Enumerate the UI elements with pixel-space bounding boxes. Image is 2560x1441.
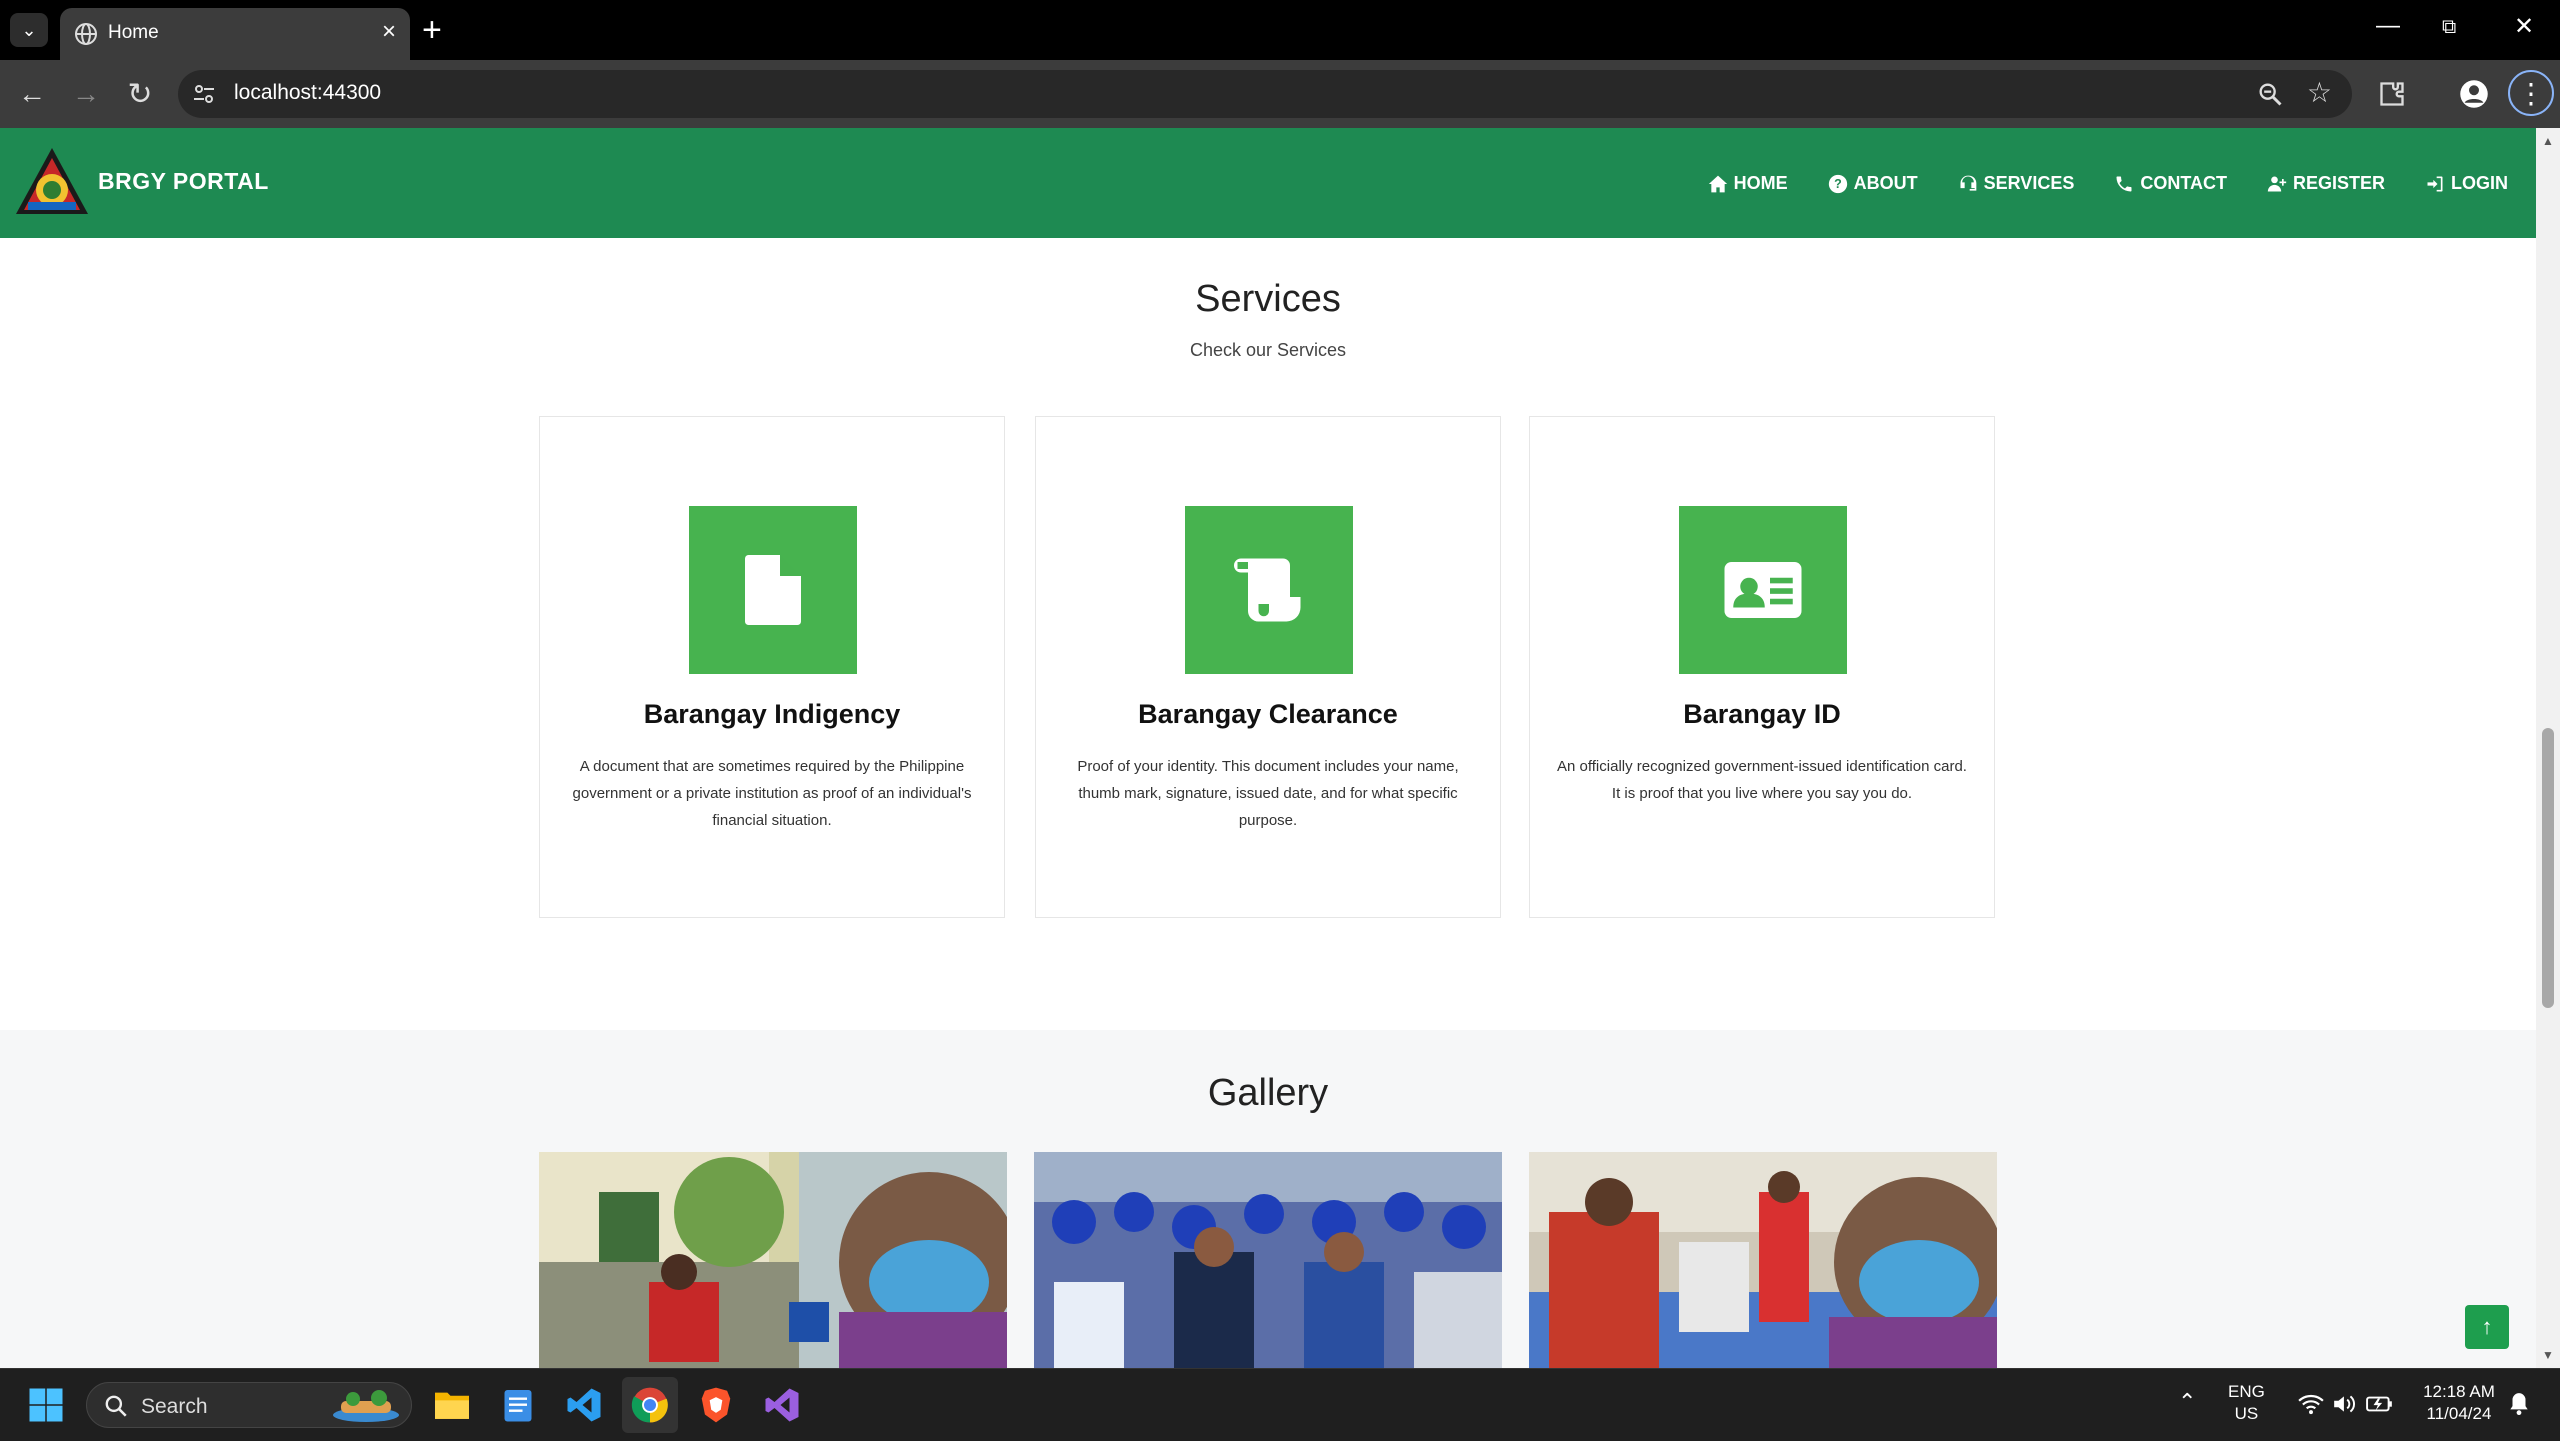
gallery-photo[interactable] — [1034, 1152, 1502, 1368]
service-icon-box — [689, 506, 857, 674]
url-text[interactable]: localhost:44300 — [234, 81, 381, 105]
search-highlight-icon — [333, 1390, 399, 1422]
close-window-icon[interactable]: ✕ — [2514, 12, 2534, 41]
nav-register[interactable]: REGISTER — [2267, 173, 2385, 194]
extensions-icon[interactable] — [2376, 78, 2408, 110]
tab-title: Home — [108, 22, 159, 43]
clock-time: 12:18 AM — [2423, 1382, 2495, 1401]
bookmark-star-icon[interactable]: ☆ — [2307, 76, 2332, 109]
service-icon-box — [1185, 506, 1353, 674]
service-description: Proof of your identity. This document in… — [1077, 758, 1459, 829]
service-description: An officially recognized government-issu… — [1557, 758, 1967, 802]
sign-in-icon — [2427, 176, 2443, 191]
region-code: US — [2234, 1404, 2259, 1423]
service-card-id[interactable]: Barangay ID An officially recognized gov… — [1529, 416, 1995, 918]
gallery-heading: Gallery — [1207, 1072, 1329, 1114]
service-title: Barangay Clearance — [1138, 699, 1398, 729]
main-nav: HOME ? ABOUT SERVICES CONTACT REGISTER L… — [1708, 173, 2508, 194]
service-description: A document that are sometimes required b… — [572, 758, 972, 829]
id-card-icon — [1724, 562, 1802, 618]
service-icon-box — [1679, 506, 1847, 674]
nav-login[interactable]: LOGIN — [2425, 173, 2508, 194]
headset-icon — [1960, 175, 1976, 191]
scroll-up-icon[interactable]: ▲ — [2542, 134, 2554, 148]
nav-contact[interactable]: CONTACT — [2114, 173, 2227, 194]
clock-date: 11/04/24 — [2426, 1404, 2492, 1423]
chrome-icon[interactable] — [630, 1385, 670, 1425]
taskbar-search-label: Search — [141, 1395, 208, 1418]
notepad-icon[interactable] — [498, 1385, 538, 1425]
file-explorer-icon[interactable] — [432, 1385, 472, 1425]
taskbar-search[interactable]: Search — [86, 1382, 412, 1428]
browser-tab-strip: ⌄ Home × + — ⧉ ✕ — [0, 0, 2560, 60]
address-bar[interactable]: localhost:44300 ☆ — [178, 70, 2352, 118]
site-info-icon[interactable] — [192, 82, 216, 106]
back-to-top-button[interactable]: ↑ — [2465, 1305, 2509, 1349]
wifi-icon[interactable] — [2298, 1393, 2324, 1415]
show-hidden-icons[interactable]: ⌃ — [2178, 1391, 2196, 1413]
barangay-logo-icon[interactable] — [14, 146, 90, 216]
nav-home-label: HOME — [1733, 173, 1788, 193]
service-title: Barangay ID — [1683, 699, 1841, 729]
windows-start-icon[interactable] — [26, 1385, 66, 1425]
visual-studio-icon[interactable] — [762, 1385, 802, 1425]
question-circle-icon: ? — [1828, 174, 1847, 193]
user-plus-icon — [2267, 176, 2287, 191]
vscode-icon[interactable] — [564, 1385, 604, 1425]
file-icon — [745, 555, 801, 625]
nav-about-label: ABOUT — [1853, 173, 1918, 193]
site-navbar: BRGY PORTAL HOME ? ABOUT SERVICES CONTAC… — [0, 128, 2536, 238]
globe-icon — [75, 23, 97, 45]
scroll-down-icon[interactable]: ▼ — [2542, 1348, 2554, 1362]
notification-bell-icon[interactable] — [2508, 1391, 2530, 1417]
service-card-clearance[interactable]: Barangay Clearance Proof of your identit… — [1035, 416, 1501, 918]
brand-name[interactable]: BRGY PORTAL — [98, 168, 269, 195]
gallery-photo[interactable] — [539, 1152, 1007, 1368]
browser-toolbar: ← → ↻ localhost:44300 ☆ ⋮ — [0, 60, 2560, 128]
windows-taskbar: Search ⌃ ENG US 12:18 AM 11/04/24 — [0, 1368, 2560, 1441]
forward-icon[interactable]: → — [66, 74, 106, 114]
svg-text:?: ? — [1834, 177, 1842, 191]
phone-icon — [2116, 176, 2132, 191]
language-indicator[interactable]: ENG US — [2228, 1381, 2265, 1425]
restore-icon[interactable]: ⧉ — [2442, 16, 2456, 39]
page-viewport: BRGY PORTAL HOME ? ABOUT SERVICES CONTAC… — [0, 128, 2536, 1368]
nav-login-label: LOGIN — [2451, 173, 2508, 193]
gallery-section: Gallery — [0, 1030, 2536, 1368]
new-tab-button[interactable]: + — [422, 10, 442, 50]
clock[interactable]: 12:18 AM 11/04/24 — [2412, 1381, 2506, 1425]
nav-services[interactable]: SERVICES — [1958, 173, 2075, 194]
browser-tab[interactable]: Home × — [60, 8, 410, 60]
browser-menu-icon[interactable]: ⋮ — [2508, 70, 2554, 116]
services-subheading: Check our Services — [1189, 340, 1347, 360]
service-title: Barangay Indigency — [643, 699, 901, 729]
services-heading: Services — [1195, 278, 1341, 320]
nav-home[interactable]: HOME — [1708, 173, 1788, 194]
page-scrollbar[interactable]: ▲ ▼ — [2536, 128, 2560, 1368]
brave-icon[interactable] — [696, 1385, 736, 1425]
search-icon — [105, 1395, 127, 1417]
service-card-indigency[interactable]: Barangay Indigency A document that are s… — [539, 416, 1005, 918]
zoom-icon[interactable] — [2256, 80, 2284, 108]
scrollbar-thumb[interactable] — [2542, 728, 2554, 1008]
nav-contact-label: CONTACT — [2140, 173, 2227, 193]
tab-search-button[interactable]: ⌄ — [10, 13, 48, 47]
minimize-icon[interactable]: — — [2376, 12, 2400, 40]
scroll-icon — [1234, 558, 1301, 622]
volume-icon[interactable] — [2332, 1393, 2358, 1415]
reload-icon[interactable]: ↻ — [120, 74, 160, 114]
nav-services-label: SERVICES — [1983, 173, 2075, 193]
battery-icon[interactable] — [2366, 1394, 2394, 1414]
language-code: ENG — [2228, 1382, 2265, 1401]
gallery-photo[interactable] — [1529, 1152, 1997, 1368]
nav-about[interactable]: ? ABOUT — [1828, 173, 1918, 194]
profile-icon[interactable] — [2458, 78, 2490, 110]
nav-register-label: REGISTER — [2292, 173, 2385, 193]
back-icon[interactable]: ← — [12, 74, 52, 114]
tab-close-icon[interactable]: × — [382, 18, 396, 46]
home-icon — [1708, 175, 1727, 192]
